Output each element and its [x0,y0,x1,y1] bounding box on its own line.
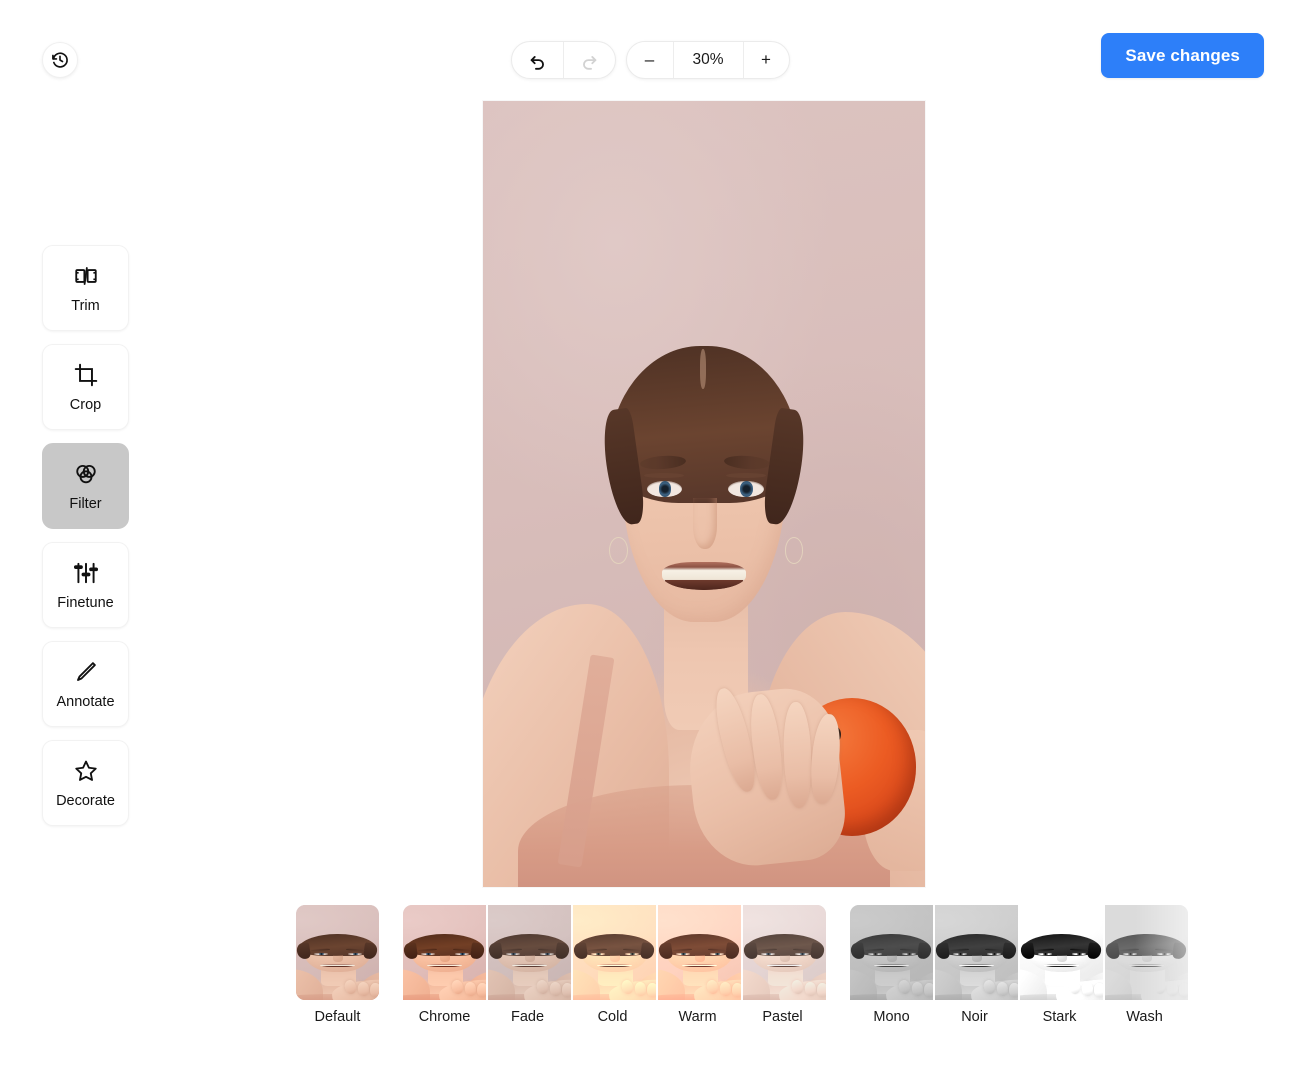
sidebar-item-crop[interactable]: Crop [42,344,129,430]
edited-photo [483,101,925,887]
photo-nose [693,498,717,549]
filter-preview-image [403,905,486,1000]
filter-thumbnail [658,905,741,1000]
film-trim-icon [74,266,97,285]
pencil-icon [76,661,96,681]
image-canvas[interactable] [483,101,925,887]
undo-redo-pill [510,41,616,79]
tool-sidebar: Trim Crop Filter Finetune Annotate Decor… [42,245,129,826]
photo-eye-right [728,480,764,498]
filter-option-chrome[interactable]: Chrome [403,905,486,1025]
zoom-out-button[interactable]: – [627,42,673,78]
sidebar-item-label: Filter [69,495,102,512]
filter-option-label: Pastel [762,1009,803,1025]
sidebar-item-label: Trim [71,297,100,314]
undo-button[interactable] [512,42,563,78]
filter-preview-image [850,905,933,1000]
filter-option-cold[interactable]: Cold [571,905,656,1025]
filter-option-label: Default [314,1009,361,1025]
sidebar-item-label: Finetune [57,594,114,611]
filter-thumbnail [296,905,379,1000]
photo-earring-left [608,537,628,564]
sidebar-item-label: Crop [69,396,102,413]
sliders-icon [73,562,98,583]
filter-option-label: Cold [597,1009,628,1025]
filter-option-label: Wash [1126,1009,1163,1025]
filter-thumbnail [403,905,486,1000]
filter-option-pastel[interactable]: Pastel [741,905,826,1025]
filter-group: Chrome Fade Cold Warm Pastel [403,905,826,1025]
photo-mouth [662,561,746,590]
filter-thumbnail [743,905,826,1000]
save-changes-button[interactable]: Save changes [1101,33,1264,78]
filter-thumbnail [488,905,571,1000]
sidebar-item-annotate[interactable]: Annotate [42,641,129,727]
filter-option-label: Mono [873,1009,910,1025]
filter-preview-image [1105,905,1188,1000]
filter-thumbnail [935,905,1018,1000]
sidebar-item-decorate[interactable]: Decorate [42,740,129,826]
crop-icon [74,363,97,386]
filter-thumbnail [573,905,656,1000]
photo-eye-left [646,480,682,498]
filter-option-fade[interactable]: Fade [486,905,571,1025]
filter-thumbnail [850,905,933,1000]
filter-preview-image [743,905,826,1000]
image-editor-app: – 30% + Save changes Trim Crop Filter Fi… [0,0,1300,1070]
filter-option-label: Stark [1042,1009,1077,1025]
history-revert-button[interactable] [42,42,78,78]
zoom-pill: – 30% + [625,41,790,79]
sidebar-item-trim[interactable]: Trim [42,245,129,331]
sidebar-item-label: Decorate [56,792,115,809]
filter-option-stark[interactable]: Stark [1018,905,1103,1025]
filter-strip[interactable]: Default Chrome Fade Cold Warm Pastel Mono Noir S… [0,905,1300,1035]
filter-preview-image [296,905,379,1000]
undo-arrow-icon [530,55,544,70]
filter-preview-image [1020,905,1103,1000]
sidebar-item-filter[interactable]: Filter [42,443,129,529]
redo-arrow-icon [582,55,596,70]
filter-option-noir[interactable]: Noir [933,905,1018,1025]
photo-hair-part [699,349,707,389]
redo-button[interactable] [562,42,615,78]
filter-option-label: Warm [678,1009,717,1025]
filter-group: Mono Noir Stark Wash [850,905,1188,1025]
filter-option-label: Fade [510,1009,545,1025]
sidebar-item-finetune[interactable]: Finetune [42,542,129,628]
filter-preview-image [488,905,571,1000]
zoom-level-value: 30% [672,42,743,78]
filter-option-default[interactable]: Default [296,905,379,1025]
filter-thumbnail [1105,905,1188,1000]
filter-group: Default [296,905,379,1025]
sidebar-item-label: Annotate [56,693,115,710]
filter-circles-icon [75,464,96,483]
filter-preview-image [935,905,1018,1000]
filter-option-label: Chrome [418,1009,471,1025]
filter-preview-image [658,905,741,1000]
filter-option-wash[interactable]: Wash [1103,905,1188,1025]
star-icon [74,760,97,781]
filter-groups: Default Chrome Fade Cold Warm Pastel Mono Noir S… [296,905,1188,1025]
filter-option-label: Noir [961,1009,988,1025]
filter-option-warm[interactable]: Warm [656,905,741,1025]
zoom-in-button[interactable]: + [742,42,789,78]
filter-thumbnail [1020,905,1103,1000]
filter-option-mono[interactable]: Mono [850,905,933,1025]
history-revert-icon [52,52,68,68]
filter-preview-image [573,905,656,1000]
